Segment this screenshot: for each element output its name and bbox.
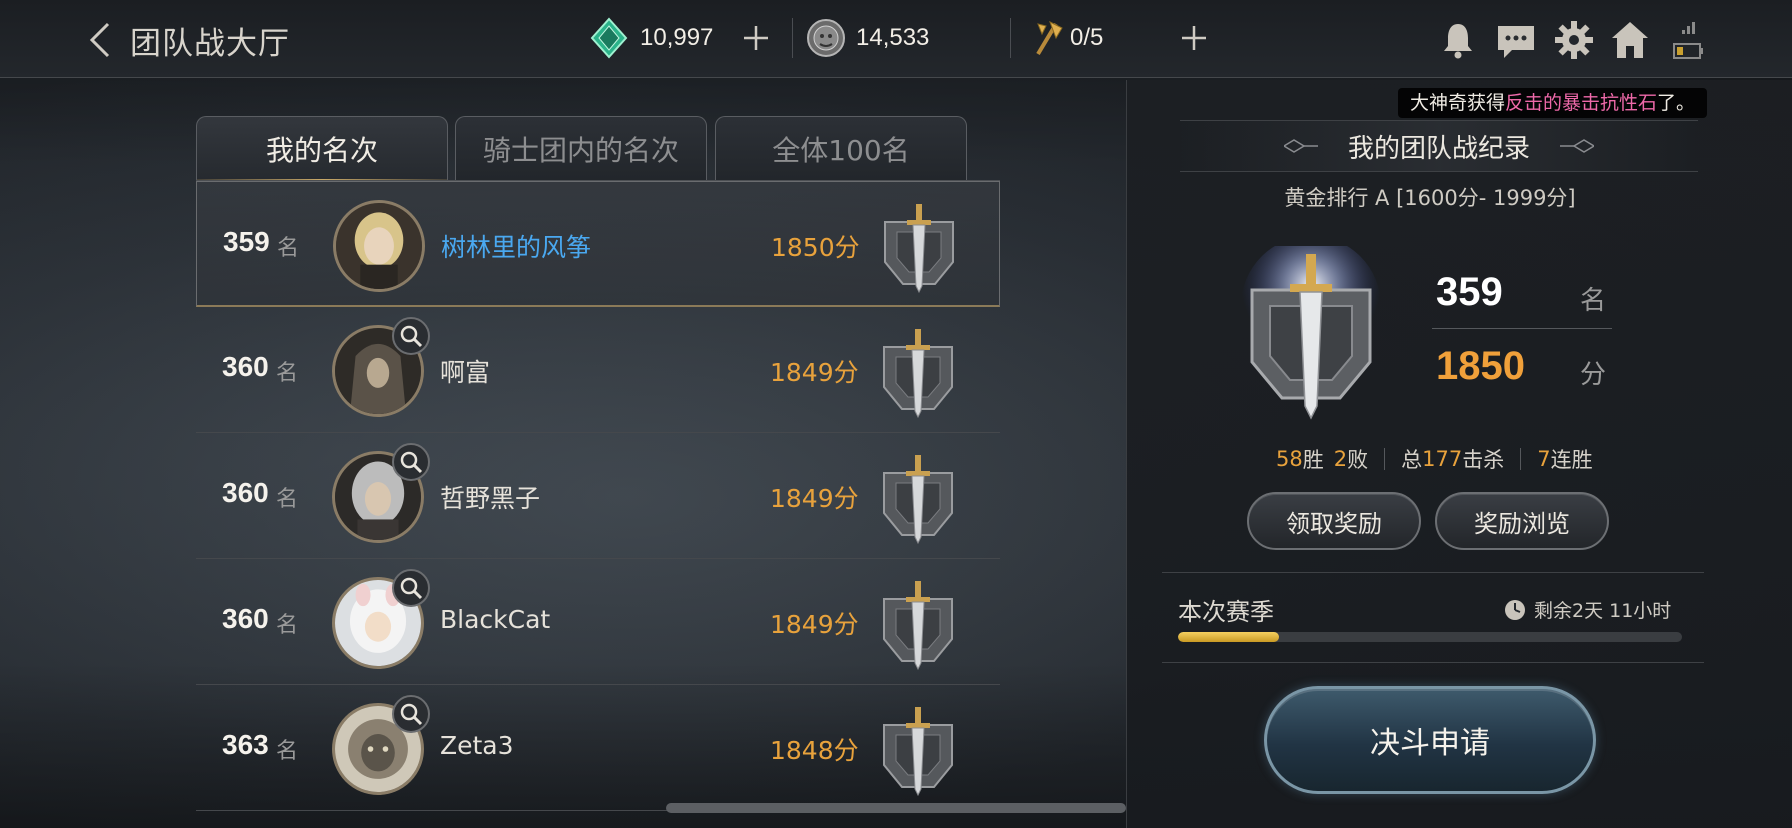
search-icon[interactable] — [392, 569, 430, 607]
kills-label: 击杀 — [1462, 448, 1505, 472]
season-remaining-text: 剩余2天 11小时 — [1534, 600, 1672, 622]
player-name: BlackCat — [440, 605, 551, 634]
player-score: 1849分 — [770, 358, 859, 387]
back-icon[interactable] — [86, 20, 116, 60]
duel-request-button[interactable]: 决斗申请 — [1264, 686, 1596, 794]
toast-suffix: 了。 — [1657, 92, 1696, 114]
kills-prefix: 总 — [1401, 448, 1423, 472]
player-score: 1848分 — [770, 736, 859, 765]
my-score-unit: 分 — [1580, 360, 1607, 390]
chat-icon[interactable] — [1494, 18, 1538, 62]
streak-count: 7 — [1537, 447, 1551, 471]
table-row[interactable]: 359 名 树林里的风筝 1850分 — [196, 181, 1000, 307]
tab-guild-rank[interactable]: 骑士团内的名次 — [455, 116, 707, 180]
rank-number: 360 — [222, 351, 269, 382]
kills-count: 177 — [1422, 447, 1463, 471]
browse-rewards-button[interactable]: 奖励浏览 — [1435, 492, 1609, 550]
gold-rank-emblem-icon — [876, 451, 960, 545]
rank-unit: 名 — [276, 739, 299, 764]
rank-number: 359 — [223, 226, 270, 257]
table-row[interactable]: 360 名 哲野黑子 1849分 — [196, 433, 1000, 559]
rank-number: 360 — [222, 603, 269, 634]
my-rank-unit: 名 — [1580, 286, 1607, 316]
player-score: 1850分 — [771, 233, 860, 262]
my-score-value: 1850 — [1436, 344, 1525, 388]
gold-rank-emblem-icon — [876, 325, 960, 419]
season-progress-fill — [1178, 632, 1279, 642]
rank-number: 360 — [222, 477, 269, 508]
table-row[interactable]: 360 名 啊富 1849分 — [196, 307, 1000, 433]
divider — [792, 18, 793, 58]
signal-battery-icon — [1670, 18, 1706, 62]
ornament-right-icon — [1560, 139, 1594, 153]
player-name: Zeta3 — [440, 731, 514, 760]
gem-icon — [590, 17, 628, 59]
streak-label: 连胜 — [1550, 448, 1593, 472]
divider — [1162, 662, 1704, 663]
avatar — [333, 200, 425, 292]
search-icon[interactable] — [392, 695, 430, 733]
player-name: 哲野黑子 — [440, 484, 541, 513]
table-row[interactable]: 363 名 Zeta3 1848分 — [196, 685, 1000, 811]
divider — [1432, 328, 1612, 329]
axe-icon — [1036, 20, 1063, 56]
rank-unit: 名 — [276, 487, 299, 512]
wins-count: 58 — [1276, 447, 1303, 471]
add-gems-button[interactable] — [738, 20, 774, 56]
rank-unit: 名 — [276, 613, 299, 638]
silver-resource: 14,533 — [806, 16, 929, 60]
rank-number: 363 — [222, 729, 269, 760]
home-icon[interactable] — [1608, 18, 1652, 62]
divider — [1520, 448, 1522, 470]
season-label: 本次赛季 — [1178, 598, 1274, 626]
divider — [1162, 572, 1704, 573]
gear-icon[interactable] — [1552, 18, 1596, 62]
wins-label: 胜 — [1302, 448, 1324, 472]
rank-unit: 名 — [276, 361, 299, 386]
ticket-count: 0/5 — [1070, 24, 1104, 51]
horizontal-scrollbar[interactable] — [666, 803, 1126, 813]
table-row[interactable]: 360 名 BlackCat 1849分 — [196, 559, 1000, 685]
toast-item: 反击的暴击抗性石 — [1505, 92, 1658, 114]
ornament-left-icon — [1283, 139, 1318, 153]
player-name: 树林里的风筝 — [441, 233, 592, 262]
lion-coin-icon — [807, 19, 845, 57]
tab-my-rank[interactable]: 我的名次 — [196, 116, 448, 182]
player-name: 啊富 — [440, 358, 491, 387]
record-title: 我的团队战纪录 — [1347, 133, 1530, 164]
gold-rank-emblem-icon — [877, 200, 961, 294]
top-bar: 团队战大厅 10,997 14,533 0/5 — [0, 0, 1792, 78]
season-remaining: 剩余2天 11小时 — [1504, 596, 1671, 623]
claim-reward-button[interactable]: 领取奖励 — [1247, 492, 1421, 550]
bell-icon[interactable] — [1436, 18, 1480, 62]
silver-count: 14,533 — [856, 24, 930, 51]
season-progress-bar — [1178, 632, 1682, 642]
gold-rank-emblem-icon — [876, 703, 960, 797]
ranking-list[interactable]: 359 名 树林里的风筝 1850分 360 名 啊富 1849分 360 名 — [196, 181, 1000, 821]
gold-rank-emblem-icon — [876, 577, 960, 671]
toast-prefix: 大神奇获得 — [1410, 92, 1506, 114]
losses-count: 2 — [1333, 447, 1348, 471]
losses-label: 败 — [1347, 448, 1369, 472]
gem-count: 10,997 — [640, 24, 714, 51]
search-icon[interactable] — [392, 443, 430, 481]
clock-icon — [1505, 599, 1525, 620]
divider — [1384, 448, 1386, 470]
page-title: 团队战大厅 — [130, 26, 290, 62]
record-header: 我的团队战纪录 — [1180, 120, 1698, 172]
record-stats: 58 胜 2 败 总 177 击杀 7 连胜 — [1276, 444, 1593, 474]
my-rank-value: 359 — [1436, 270, 1503, 314]
tier-label: 黄金排行 A [1600分- 1999分] — [1284, 186, 1576, 210]
notification-toast: 大神奇获得反击的暴击抗性石了。 — [1398, 88, 1708, 118]
search-icon[interactable] — [392, 317, 430, 355]
gem-resource: 10,997 — [588, 16, 713, 60]
rank-unit: 名 — [277, 236, 300, 261]
player-score: 1849分 — [770, 610, 859, 639]
divider — [1010, 18, 1011, 58]
add-tickets-button[interactable] — [1176, 20, 1212, 56]
player-score: 1849分 — [770, 484, 859, 513]
gold-rank-emblem-icon — [1236, 236, 1386, 426]
ticket-resource: 0/5 — [1030, 16, 1103, 60]
tab-top-100[interactable]: 全体100名 — [715, 116, 967, 180]
